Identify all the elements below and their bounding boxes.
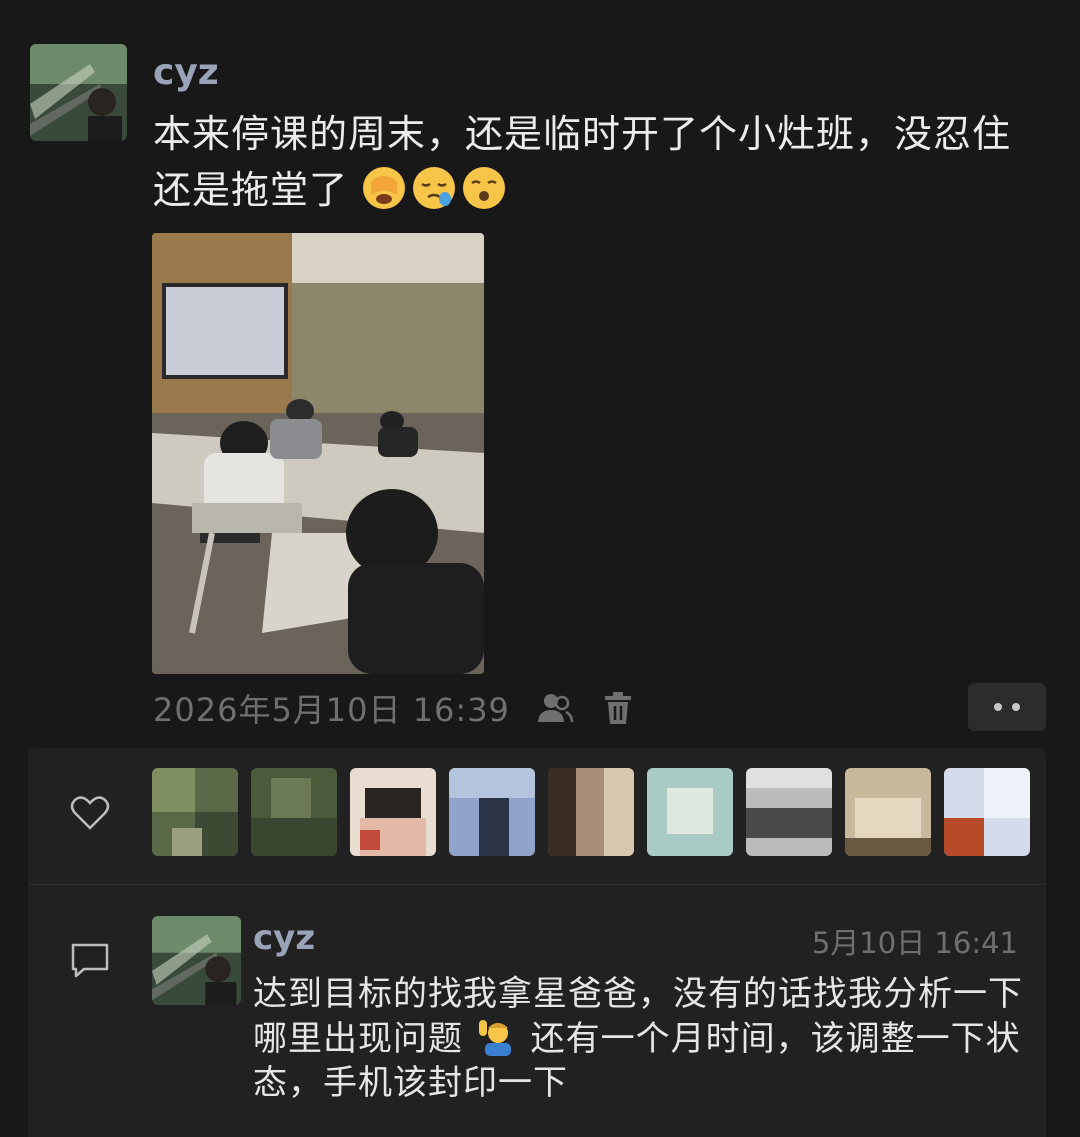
panel-divider [28, 884, 1046, 885]
avatar-image [152, 916, 241, 1005]
liker-avatar[interactable] [152, 768, 238, 856]
liker-avatar[interactable] [350, 768, 436, 856]
classroom-photo [152, 233, 484, 674]
likers-list [152, 768, 1030, 856]
post-text-body: 本来停课的周末，还是临时开了个小灶班，没忍住还是拖堂了 [153, 112, 1012, 212]
sigh-emoji-icon [463, 167, 506, 209]
people-icon[interactable] [534, 688, 574, 728]
post-username[interactable]: cyz [153, 52, 219, 93]
more-dot [1012, 703, 1020, 711]
liker-avatar[interactable] [845, 768, 931, 856]
raising-hand-emoji-icon [478, 1020, 511, 1056]
liker-avatar[interactable] [746, 768, 832, 856]
more-options-button[interactable] [968, 683, 1046, 731]
post-text: 本来停课的周末，还是临时开了个小灶班，没忍住还是拖堂了 [153, 106, 1043, 218]
post-photo[interactable] [152, 233, 484, 674]
post-avatar[interactable] [30, 44, 127, 141]
comment-text[interactable]: 达到目标的找我拿星爸爸，没有的话找我分析一下哪里出现问题 还有一个月时间，该调整… [253, 972, 1025, 1105]
comment-timestamp: 5月10日 16:41 [811, 926, 1018, 960]
post-meta-row: 2026年5月10日 16:39 [153, 686, 638, 730]
facepalm-emoji-icon [363, 167, 406, 209]
comment-bubble-icon [68, 938, 112, 982]
liker-avatar[interactable] [647, 768, 733, 856]
liker-avatar[interactable] [449, 768, 535, 856]
post-timestamp: 2026年5月10日 16:39 [153, 691, 510, 729]
comment-avatar[interactable] [152, 916, 241, 1005]
liker-avatar[interactable] [548, 768, 634, 856]
heart-icon [68, 790, 112, 834]
comment-username[interactable]: cyz [253, 918, 315, 958]
liker-avatar[interactable] [251, 768, 337, 856]
sleepy-emoji-icon [413, 167, 456, 209]
trash-icon[interactable] [598, 688, 638, 728]
avatar-image [30, 44, 127, 141]
liker-avatar[interactable] [944, 768, 1030, 856]
more-dot [994, 703, 1002, 711]
